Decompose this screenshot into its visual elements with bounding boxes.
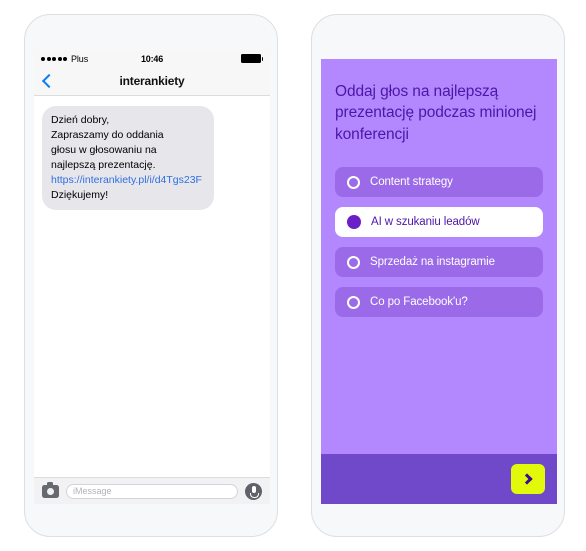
message-bubble-incoming: Dzień dobry, Zapraszamy do oddania głosu… (42, 106, 214, 211)
poll-option-label: Sprzedaż na instagramie (370, 256, 495, 269)
poll-footer-bar (321, 454, 557, 504)
survey-link[interactable]: https://interankiety.pl/i/d4Tgs23F (51, 173, 205, 188)
radio-button-icon[interactable] (347, 295, 360, 309)
messages-nav-bar: interankiety (34, 67, 270, 96)
microphone-icon[interactable] (245, 482, 262, 500)
radio-button-icon[interactable] (347, 255, 360, 269)
poll-option-label: AI w szukaniu leadów (371, 216, 480, 229)
camera-icon[interactable] (42, 482, 59, 498)
phone-mockup-messages: Plus 10:46 interankiety Dzień dobry, Zap… (24, 14, 278, 537)
poll-option-content-strategy[interactable]: Content strategy (335, 167, 543, 198)
message-input-bar: iMessage (34, 477, 270, 504)
message-line-3: głosu w głosowaniu na (51, 143, 157, 156)
screenshot-stage: Plus 10:46 interankiety Dzień dobry, Zap… (0, 0, 586, 551)
poll-option-label: Content strategy (370, 176, 453, 189)
chevron-right-icon (521, 473, 533, 485)
message-line-4: najlepszą prezentację. (51, 158, 156, 171)
imessage-placeholder: iMessage (73, 486, 112, 496)
radio-button-icon[interactable] (347, 175, 360, 189)
poll-option-label: Co po Facebook'u? (370, 296, 468, 309)
poll-option-instagram[interactable]: Sprzedaż na instagramie (335, 247, 543, 278)
poll-question: Oddaj głos na najlepszą prezentację podc… (335, 83, 537, 143)
radio-button-selected-icon[interactable] (347, 215, 361, 230)
poll-option-ai-leads[interactable]: AI w szukaniu leadów (335, 207, 543, 238)
conversation-thread: Dzień dobry, Zapraszamy do oddania głosu… (34, 96, 270, 477)
messages-screen: Plus 10:46 interankiety Dzień dobry, Zap… (34, 50, 270, 504)
submit-vote-button[interactable] (511, 464, 545, 494)
message-line-2: Zapraszamy do oddania (51, 128, 164, 141)
ios-status-bar: Plus 10:46 (34, 50, 270, 67)
poll-body: Oddaj głos na najlepszą prezentację podc… (321, 59, 557, 454)
poll-screen: Oddaj głos na najlepszą prezentację podc… (321, 59, 557, 504)
conversation-title: interankiety (119, 74, 185, 88)
imessage-input[interactable]: iMessage (66, 483, 238, 499)
poll-option-list: Content strategy AI w szukaniu leadów Sp… (335, 167, 543, 318)
message-line-1: Dzień dobry, (51, 114, 110, 126)
message-line-5: Dziękujemy! (51, 188, 109, 201)
phone-mockup-poll: Oddaj głos na najlepszą prezentację podc… (311, 14, 565, 537)
status-bar-time: 10:46 (140, 53, 164, 64)
poll-option-facebook[interactable]: Co po Facebook'u? (335, 287, 543, 318)
